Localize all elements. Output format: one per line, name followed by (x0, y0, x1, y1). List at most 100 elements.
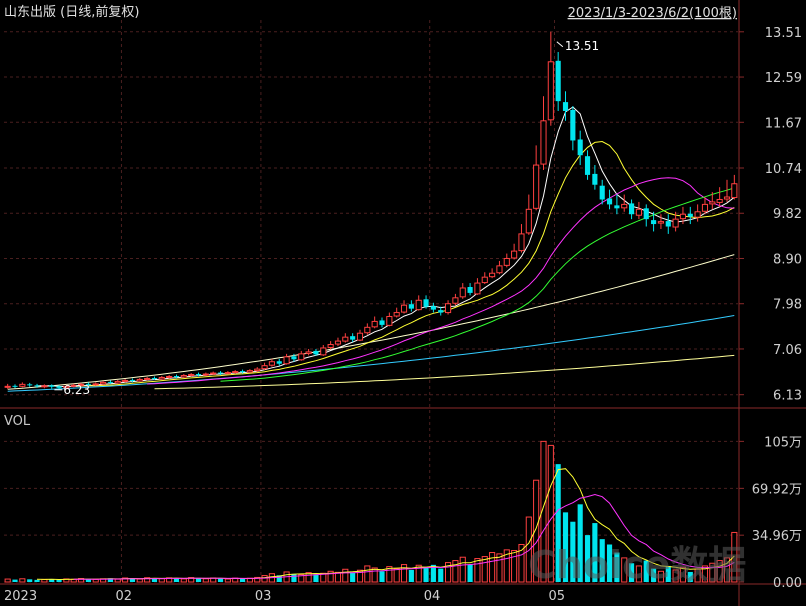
ma5-line (36, 106, 735, 388)
volume-bar (239, 578, 246, 582)
candle-body (4, 385, 11, 388)
volume-bar (400, 564, 408, 583)
volume-bar (313, 574, 319, 582)
month-label: 02 (115, 589, 132, 604)
high-marker-arrow (556, 41, 564, 48)
candle-body (224, 372, 231, 375)
candle-body (393, 312, 400, 317)
price-tick-label: 12.59 (765, 71, 802, 86)
candle-body (195, 374, 202, 376)
month-label: 2023 (4, 589, 37, 604)
candle-body (629, 203, 635, 215)
month-label: 05 (549, 589, 566, 604)
candle-body (415, 299, 422, 311)
volume-tick-label: 69.92万 (752, 482, 802, 497)
candle-body (467, 287, 473, 293)
candle-body (459, 287, 466, 298)
candle-body (481, 276, 488, 284)
candle-body (657, 221, 664, 224)
candle-body (570, 109, 576, 141)
price-tick-label: 10.74 (765, 162, 802, 177)
candle-body (246, 370, 253, 373)
candle-body (92, 383, 99, 386)
candle-body (49, 385, 55, 387)
price-tick-label: 7.98 (773, 298, 802, 313)
candle-body (606, 198, 613, 205)
volume-bar (92, 578, 99, 583)
candle-body (276, 361, 282, 364)
candle-body (599, 185, 605, 200)
candle-body (731, 183, 738, 199)
candle-body (562, 102, 569, 111)
candle-body (254, 368, 261, 372)
volume-bar (423, 567, 429, 582)
candle-body (334, 340, 342, 345)
candle-body (518, 233, 525, 252)
candle-body (34, 385, 40, 387)
candlesticks (4, 31, 738, 390)
price-tick-label: 9.82 (773, 207, 802, 222)
candle-body (166, 375, 173, 378)
candle-body (364, 326, 371, 334)
watermark: Choice数据 (528, 543, 746, 587)
candle-body (129, 379, 136, 381)
candle-body (592, 173, 598, 185)
stock-chart: 13.51 12.59 11.67 10.74 9.82 8.90 7.98 7.06 6.13… (0, 0, 806, 606)
candle-body (371, 320, 378, 328)
candle-body (452, 297, 459, 304)
candle-body (400, 304, 408, 313)
candle-body (408, 304, 414, 309)
volume-bar (342, 568, 349, 583)
candle-body (305, 351, 312, 354)
volume-bar (474, 558, 481, 583)
candle-body (342, 336, 349, 342)
candle-body (701, 203, 709, 212)
volume-bar (12, 579, 18, 582)
candle-body (716, 198, 723, 203)
candle-body (423, 299, 429, 307)
volume-tick-label: 0.00 (773, 576, 802, 591)
candle-body (665, 221, 671, 227)
candle-body (320, 347, 327, 356)
date-range-label[interactable]: 2023/1/3-2023/6/2(100根) (568, 6, 737, 21)
candle-body (180, 375, 187, 378)
candle-body (283, 356, 290, 365)
candle-body (327, 344, 334, 348)
volume-bar (136, 578, 143, 583)
volume-bar (202, 578, 209, 583)
high-price-label: 13.51 (565, 39, 599, 53)
candle-body (577, 139, 583, 156)
volume-bar (195, 578, 202, 582)
volume-bar (452, 560, 459, 583)
volume-bar (481, 556, 488, 583)
candle-body (723, 196, 731, 200)
candle-body (386, 316, 393, 326)
volume-bar (158, 578, 165, 583)
candle-body (635, 208, 642, 216)
volume-bar (224, 578, 231, 583)
candle-body (555, 60, 561, 102)
candle-body (232, 371, 239, 374)
long-moving-average-line (7, 254, 735, 390)
candle-body (694, 211, 701, 218)
candle-body (672, 218, 679, 228)
candle-body (547, 61, 554, 121)
price-tick-label: 8.90 (773, 252, 802, 267)
price-tick-label: 11.67 (765, 116, 802, 131)
volume-tick-label: 34.96万 (752, 529, 802, 544)
candle-body (621, 203, 628, 209)
volume-bar (291, 573, 297, 582)
candle-body (268, 361, 275, 366)
volume-bar (489, 552, 496, 583)
candle-body (239, 371, 246, 373)
candle-body (511, 250, 518, 259)
volume-bar (34, 579, 40, 582)
grid-lines (0, 0, 806, 606)
candle-body (438, 310, 444, 313)
candle-body (210, 372, 217, 375)
low-price-label: 6.23 (63, 383, 90, 397)
candle-body (100, 381, 107, 385)
volume-bar (467, 564, 473, 582)
candle-body (430, 306, 436, 310)
candle-body (19, 383, 26, 387)
